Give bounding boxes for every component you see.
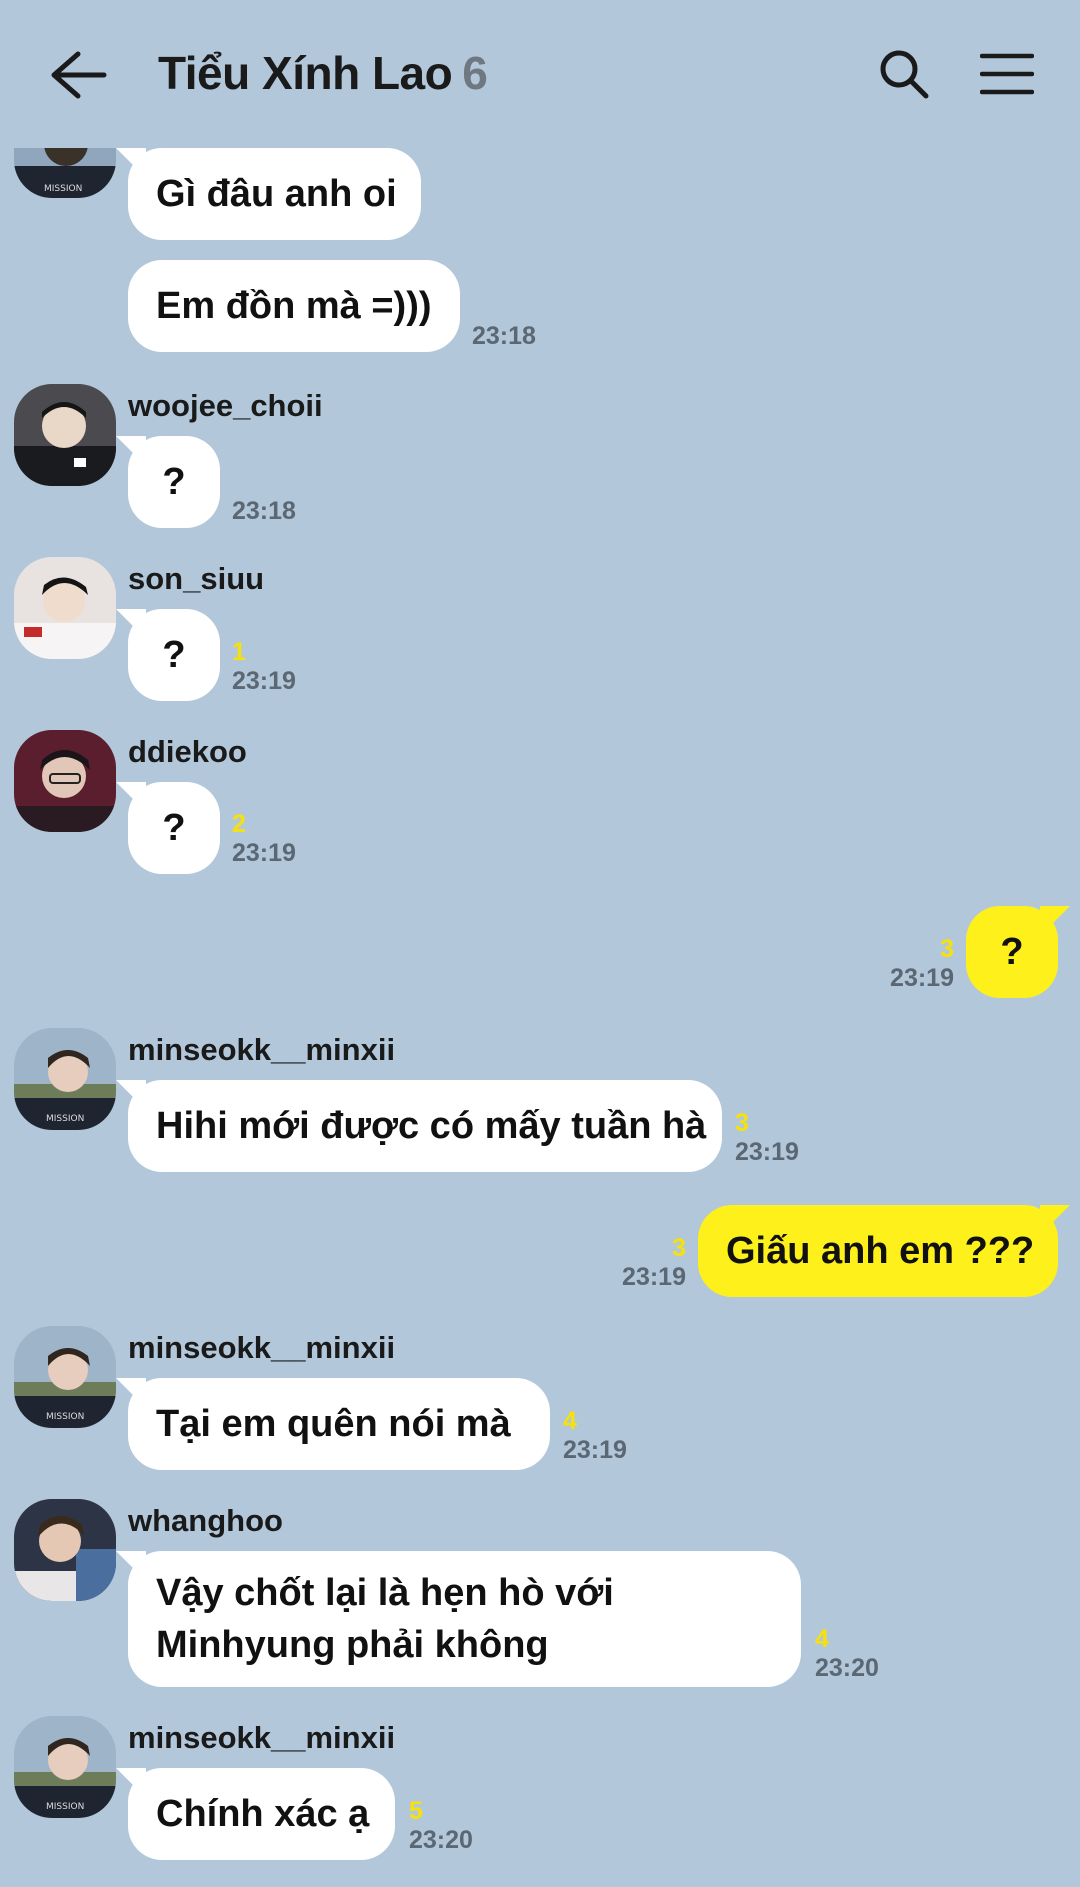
message-text: ? — [162, 461, 186, 503]
avatar[interactable] — [14, 557, 116, 659]
message-meta: 3 23:19 — [604, 1234, 686, 1292]
message-text: Giấu anh em ??? — [726, 1230, 1035, 1272]
message-meta: 2 23:19 — [232, 810, 296, 868]
sender-name: ddiekoo — [128, 734, 247, 769]
message-meta: 4 23:19 — [563, 1407, 627, 1465]
message-text: ? — [162, 634, 186, 676]
avatar[interactable]: MISSION — [14, 1326, 116, 1428]
svg-text:MISSION: MISSION — [46, 1802, 84, 1812]
message-time: 23:18 — [472, 322, 536, 350]
message-text: Tại em quên nói mà — [156, 1403, 511, 1445]
sender-name: minseokk__minxii — [128, 1720, 396, 1755]
message-text: Hihi mới được có mấy tuần hà — [156, 1105, 707, 1147]
my-message-bubble[interactable]: ? — [966, 906, 1058, 998]
avatar[interactable] — [14, 1499, 116, 1601]
message-meta: 1 23:19 — [232, 638, 296, 696]
sender-name: minseokk__minxii — [128, 1032, 396, 1067]
message-bubble[interactable]: Vậy chốt lại là hẹn hò với Minhyung phải… — [128, 1551, 801, 1687]
message-time: 23:19 — [735, 1138, 799, 1166]
back-arrow-icon[interactable] — [48, 48, 108, 102]
unread-count: 3 — [672, 1234, 686, 1262]
message-text-line-2: Minhyung phải không — [156, 1624, 549, 1666]
message-text-line-1: Vậy chốt lại là hẹn hò với — [156, 1572, 614, 1614]
message-time: 23:19 — [232, 667, 296, 695]
message-meta: 23:18 — [232, 497, 296, 526]
my-message-bubble[interactable]: Giấu anh em ??? — [698, 1205, 1058, 1297]
message-bubble[interactable]: Gì đâu anh oi — [128, 148, 421, 240]
chat-header: Tiểu Xính Lao 6 — [0, 0, 1080, 150]
search-icon[interactable] — [878, 48, 930, 100]
message-meta: 23:18 — [472, 322, 536, 351]
message-time: 23:20 — [409, 1826, 473, 1854]
sender-name: minseokk__minxii — [128, 1330, 396, 1365]
chat-room-name: Tiểu Xính Lao — [158, 47, 453, 99]
message-bubble[interactable]: ? — [128, 782, 220, 874]
unread-count: 2 — [232, 810, 246, 838]
svg-text:MISSION: MISSION — [46, 1114, 84, 1124]
message-time: 23:18 — [232, 497, 296, 525]
message-time: 23:19 — [890, 964, 954, 992]
message-bubble[interactable]: Tại em quên nói mà — [128, 1378, 550, 1470]
message-meta: 4 23:20 — [815, 1625, 879, 1683]
avatar[interactable]: MISSION — [14, 1716, 116, 1818]
unread-count: 3 — [735, 1109, 749, 1137]
message-text: ? — [162, 807, 186, 849]
message-bubble[interactable]: ? — [128, 609, 220, 701]
message-meta: 3 23:19 — [735, 1109, 799, 1167]
message-text: Em đồn mà =))) — [156, 285, 432, 327]
message-time: 23:19 — [622, 1263, 686, 1291]
unread-count: 4 — [815, 1625, 829, 1653]
message-time: 23:19 — [232, 839, 296, 867]
avatar[interactable] — [14, 384, 116, 486]
unread-count: 4 — [563, 1407, 577, 1435]
message-bubble[interactable]: Chính xác ạ — [128, 1768, 395, 1860]
unread-count: 1 — [232, 638, 246, 666]
message-time: 23:20 — [815, 1654, 879, 1682]
message-time: 23:19 — [563, 1436, 627, 1464]
avatar[interactable]: MISSION — [14, 1028, 116, 1130]
sender-name: woojee_choii — [128, 388, 323, 423]
svg-text:MISSION: MISSION — [44, 184, 82, 194]
message-text: Chính xác ạ — [156, 1793, 370, 1835]
menu-icon[interactable] — [980, 52, 1034, 96]
svg-text:MISSION: MISSION — [46, 1412, 84, 1422]
chat-title: Tiểu Xính Lao 6 — [158, 46, 488, 100]
message-bubble[interactable]: ? — [128, 436, 220, 528]
message-bubble[interactable]: Hihi mới được có mấy tuần hà — [128, 1080, 722, 1172]
message-text: ? — [1000, 931, 1024, 973]
message-text: Gì đâu anh oi — [156, 173, 397, 215]
unread-count: 5 — [409, 1797, 423, 1825]
message-meta: 5 23:20 — [409, 1797, 473, 1855]
sender-name: whanghoo — [128, 1503, 283, 1538]
unread-count: 3 — [940, 935, 954, 963]
member-count: 6 — [462, 47, 488, 99]
message-bubble[interactable]: Em đồn mà =))) — [128, 260, 460, 352]
avatar[interactable] — [14, 730, 116, 832]
message-meta: 3 23:19 — [876, 935, 954, 993]
sender-name: son_siuu — [128, 561, 265, 596]
